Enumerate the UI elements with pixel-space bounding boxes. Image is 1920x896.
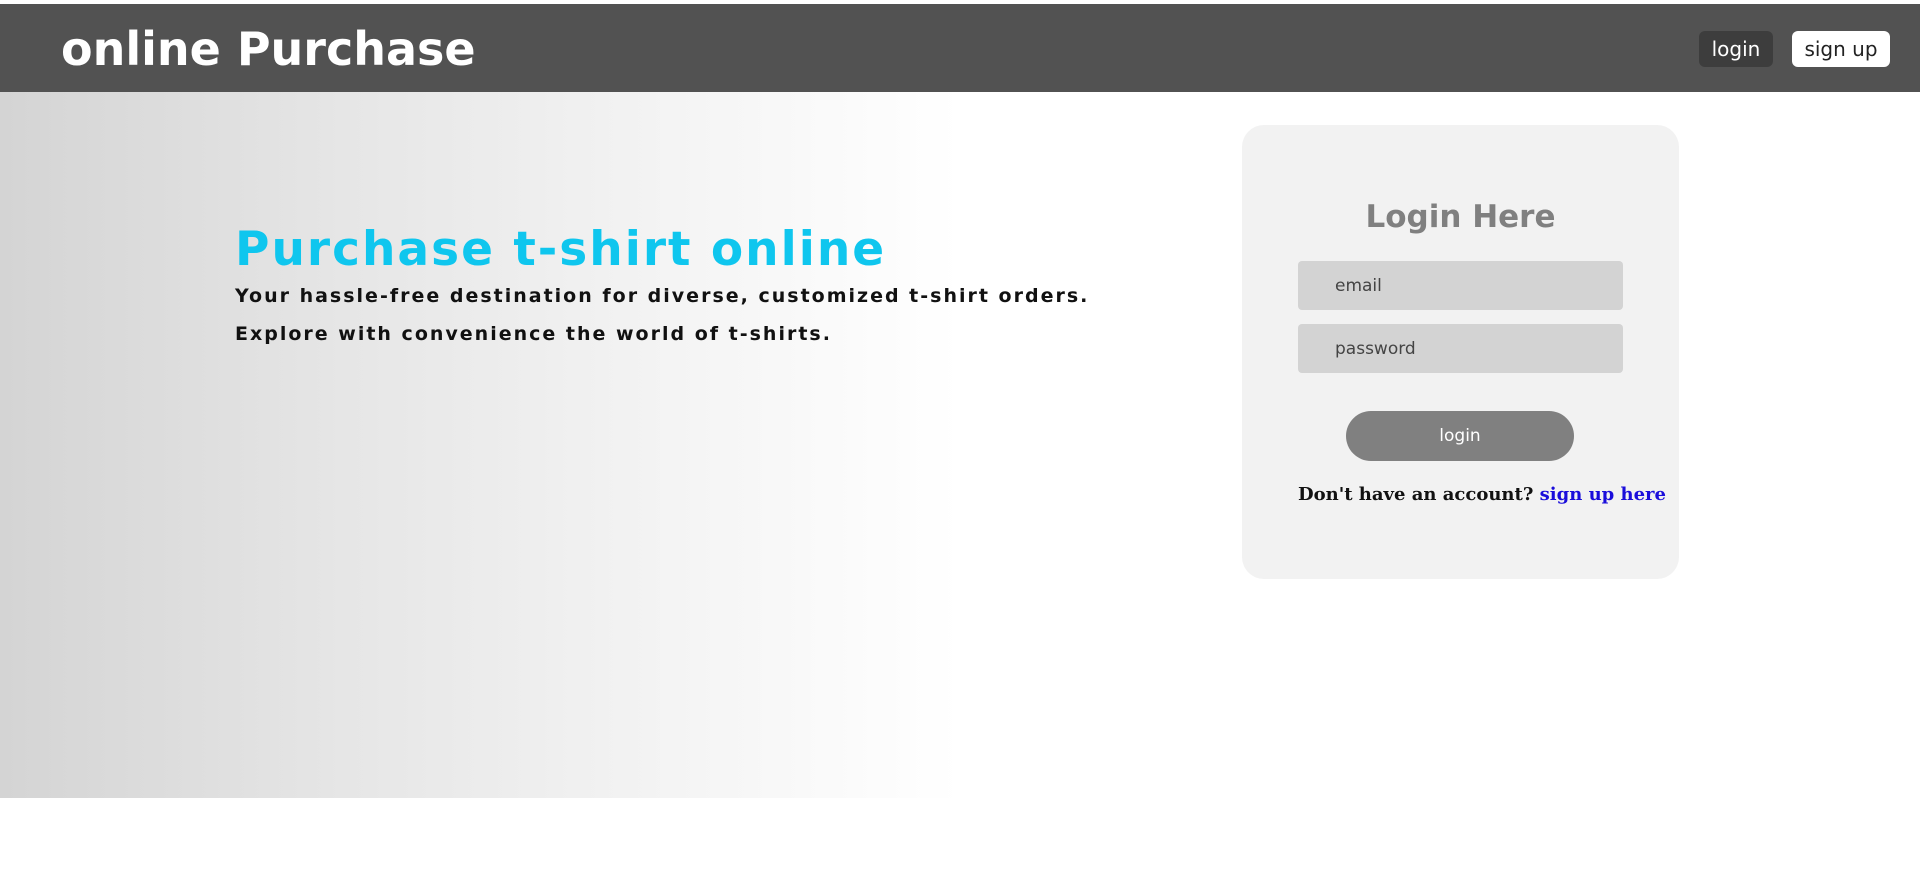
nav-login-button[interactable]: login <box>1699 31 1773 67</box>
hero-tagline-1: Your hassle-free destination for diverse… <box>235 285 1090 307</box>
login-card: Login Here login Don't have an account? … <box>1242 125 1679 579</box>
top-navbar: online Purchase login sign up <box>0 4 1920 92</box>
signup-prompt-text: Don't have an account? <box>1298 484 1534 505</box>
signup-link[interactable]: sign up here <box>1540 484 1666 505</box>
password-field <box>1298 324 1623 373</box>
password-input[interactable] <box>1298 324 1623 373</box>
nav-signup-button[interactable]: sign up <box>1792 31 1890 67</box>
signup-prompt: Don't have an account? sign up here <box>1298 481 1666 509</box>
email-input[interactable] <box>1298 261 1623 310</box>
hero-tagline-2: Explore with convenience the world of t-… <box>235 323 832 345</box>
hero-title: Purchase t-shirt online <box>235 222 887 277</box>
login-submit-button[interactable]: login <box>1346 411 1574 461</box>
brand-logo[interactable]: online Purchase <box>61 14 476 84</box>
login-card-title: Login Here <box>1365 199 1556 235</box>
email-field <box>1298 261 1623 310</box>
